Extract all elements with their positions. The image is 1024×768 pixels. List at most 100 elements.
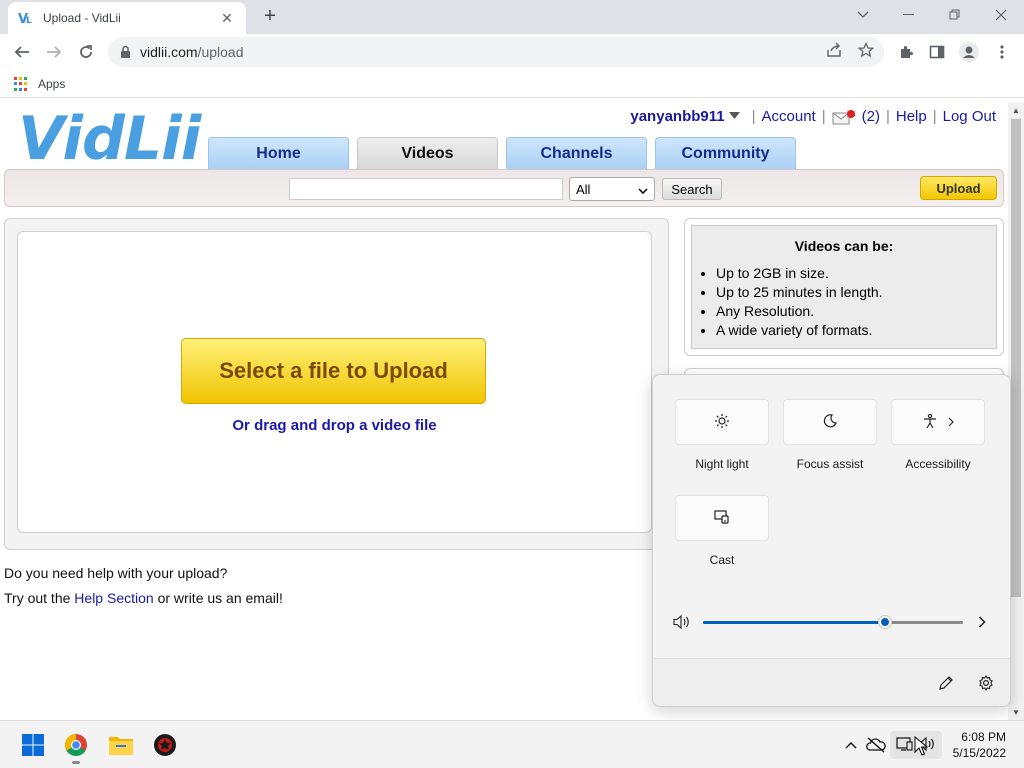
- info-item: Any Resolution.: [716, 302, 988, 321]
- info-list: Up to 2GB in size. Up to 25 minutes in l…: [700, 264, 988, 340]
- select-chevron-icon: [638, 182, 648, 197]
- focus-assist-label: Focus assist: [796, 457, 864, 471]
- onedrive-offline-icon[interactable]: [864, 731, 888, 759]
- taskbar-clock[interactable]: 6:08 PM 5/15/2022: [953, 729, 1006, 761]
- search-button[interactable]: Search: [662, 178, 722, 200]
- separator: |: [932, 108, 937, 125]
- bookmark-star-icon[interactable]: [856, 40, 876, 60]
- nav-tab-videos[interactable]: Videos: [357, 137, 498, 169]
- username-link[interactable]: yanyanbb911: [630, 108, 724, 125]
- chrome-taskbar-icon[interactable]: [62, 731, 90, 764]
- file-explorer-icon[interactable]: [107, 731, 135, 759]
- extensions-puzzle-icon[interactable]: [895, 41, 917, 63]
- forward-button[interactable]: [40, 38, 68, 66]
- nav-tab-channels[interactable]: Channels: [506, 137, 647, 169]
- show-hidden-icons-chevron-icon[interactable]: [840, 731, 862, 759]
- drag-drop-text: Or drag and drop a video file: [232, 417, 437, 434]
- scroll-up-arrow-icon[interactable]: ▲: [1012, 106, 1020, 115]
- cast-toggle[interactable]: [675, 495, 769, 541]
- info-title: Videos can be:: [794, 238, 894, 254]
- new-tab-button[interactable]: +: [258, 4, 282, 28]
- separator: |: [885, 108, 890, 125]
- info-item: A wide variety of formats.: [716, 321, 988, 340]
- back-button[interactable]: [8, 38, 36, 66]
- edit-pencil-icon[interactable]: [938, 675, 954, 694]
- main-nav: Home Videos Channels Community: [208, 137, 796, 169]
- apps-shortcut[interactable]: Apps: [14, 77, 65, 91]
- logout-link[interactable]: Log Out: [943, 108, 996, 125]
- messages-count[interactable]: (2): [862, 108, 880, 125]
- browser-tab[interactable]: VL Upload - VidLii ✕: [8, 2, 246, 34]
- vidlii-logo[interactable]: VidLii: [18, 107, 201, 171]
- info-item: Up to 25 minutes in length.: [716, 283, 988, 302]
- header-upload-button[interactable]: Upload: [920, 176, 997, 200]
- help-suggestion: Try out the Help Section or write us an …: [4, 590, 283, 606]
- select-file-button[interactable]: Select a file to Upload: [181, 338, 486, 404]
- separator: |: [821, 108, 826, 125]
- browser-toolbar: vidlii.com/upload: [0, 34, 1024, 70]
- account-link[interactable]: Account: [762, 108, 816, 125]
- user-bar: yanyanbb911 | Account | (2) | Help | Log…: [630, 108, 996, 125]
- restore-button[interactable]: [932, 0, 978, 30]
- start-windows-icon[interactable]: [19, 731, 47, 759]
- url-path: /upload: [197, 44, 244, 60]
- separator: |: [751, 108, 756, 125]
- accessibility-label: Accessibility: [905, 457, 971, 471]
- scrollbar-thumb[interactable]: [1011, 119, 1021, 597]
- apps-label: Apps: [38, 77, 66, 91]
- speaker-icon[interactable]: [673, 614, 691, 633]
- volume-slider-knob[interactable]: [879, 616, 891, 628]
- app-shield-icon[interactable]: [151, 731, 179, 759]
- tab-search-chevron-icon[interactable]: [840, 0, 886, 30]
- nav-tab-community[interactable]: Community: [655, 137, 796, 169]
- close-window-button[interactable]: [978, 0, 1024, 30]
- browser-tab-strip: VL Upload - VidLii ✕ +: [0, 0, 1024, 34]
- lock-icon[interactable]: [120, 45, 132, 59]
- accessibility-toggle[interactable]: [891, 399, 985, 445]
- nav-tab-home[interactable]: Home: [208, 137, 349, 169]
- mouse-cursor-icon: [914, 735, 929, 759]
- url-host: vidlii.com: [140, 44, 198, 60]
- audio-output-chevron-icon[interactable]: [978, 616, 986, 631]
- night-light-icon: [714, 413, 730, 432]
- clock-time: 6:08 PM: [961, 730, 1006, 744]
- upload-info-box: Videos can be: Up to 2GB in size. Up to …: [684, 218, 1004, 356]
- info-item: Up to 2GB in size.: [716, 264, 988, 283]
- volume-fill: [703, 621, 885, 624]
- user-dropdown-caret-icon[interactable]: [728, 111, 740, 122]
- quick-settings-flyout: Night light Focus assist Accessibility C…: [652, 374, 1011, 707]
- cast-label: Cast: [709, 553, 735, 567]
- tab-title: Upload - VidLii: [43, 11, 121, 25]
- svg-text:L: L: [26, 16, 32, 26]
- help-prefix: Try out the: [4, 590, 75, 606]
- clock-date: 5/15/2022: [952, 746, 1006, 760]
- minimize-button[interactable]: [886, 0, 932, 30]
- vidlii-favicon-icon: VL: [18, 10, 34, 26]
- quick-settings-footer: [653, 658, 1010, 706]
- tab-close-icon[interactable]: ✕: [218, 10, 236, 27]
- focus-assist-toggle[interactable]: [783, 399, 877, 445]
- search-filter-select[interactable]: All: [569, 177, 655, 201]
- address-bar[interactable]: vidlii.com/upload: [108, 37, 884, 67]
- scroll-down-arrow-icon[interactable]: ▼: [1012, 708, 1020, 717]
- share-icon[interactable]: [824, 40, 844, 60]
- search-input[interactable]: [289, 178, 563, 200]
- apps-grid-icon: [14, 77, 28, 91]
- chrome-menu-icon[interactable]: [991, 41, 1013, 63]
- side-panel-icon[interactable]: [926, 41, 948, 63]
- upload-info-inner: Videos can be: Up to 2GB in size. Up to …: [691, 225, 997, 349]
- messages-envelope-icon[interactable]: [832, 108, 856, 125]
- profile-avatar-icon[interactable]: [958, 41, 980, 63]
- bookmarks-bar: Apps: [0, 70, 1024, 98]
- accessibility-icon: [922, 413, 938, 432]
- help-section-link[interactable]: Help Section: [74, 590, 153, 606]
- upload-dropzone[interactable]: Select a file to Upload Or drag and drop…: [17, 231, 652, 533]
- settings-gear-icon[interactable]: [978, 674, 994, 694]
- night-light-toggle[interactable]: [675, 399, 769, 445]
- network-monitor-icon: [896, 736, 914, 755]
- chevron-right-icon: [948, 415, 954, 430]
- search-bar: All Search Upload: [4, 169, 1004, 207]
- help-link[interactable]: Help: [896, 108, 927, 125]
- reload-button[interactable]: [72, 38, 100, 66]
- cast-icon: [714, 509, 730, 528]
